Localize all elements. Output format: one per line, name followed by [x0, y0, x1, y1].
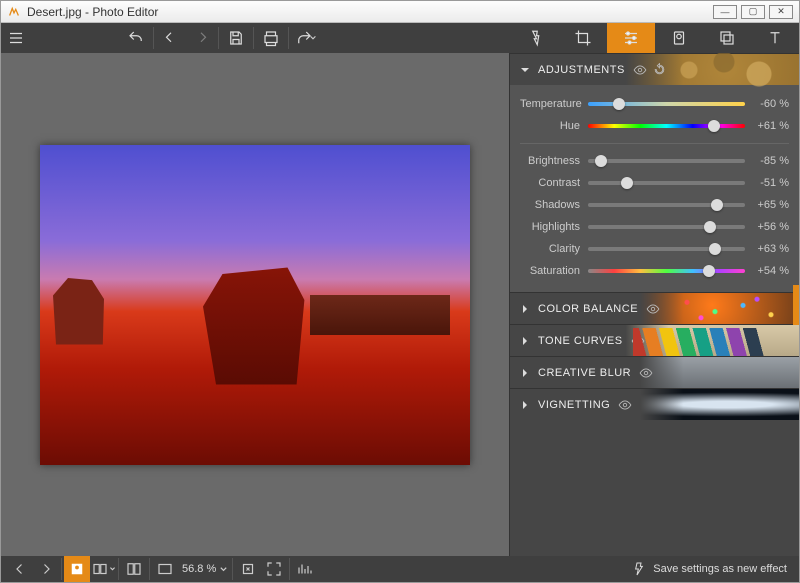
tab-text[interactable] — [751, 23, 799, 53]
section-adjustments-label: ADJUSTMENTS — [538, 64, 625, 76]
section-creative-blur-label: CREATIVE BLUR — [538, 367, 631, 379]
canvas-area[interactable] — [1, 53, 509, 556]
slider-brightness: Brightness -85 % — [520, 150, 789, 172]
reset-icon[interactable] — [653, 63, 666, 76]
tab-adjust[interactable] — [607, 23, 655, 53]
section-vignetting-header[interactable]: VIGNETTING — [510, 388, 799, 420]
visibility-icon[interactable] — [631, 334, 645, 348]
section-tone-curves-header[interactable]: TONE CURVES — [510, 324, 799, 356]
tab-crop[interactable] — [559, 23, 607, 53]
redo-step-button[interactable] — [186, 23, 216, 53]
next-image-button[interactable] — [33, 556, 59, 582]
app-window: Desert.jpg - Photo Editor — ▢ ✕ — [0, 0, 800, 583]
visibility-icon[interactable] — [639, 366, 653, 380]
adjustments-panel: Temperature -60 % Hue +61 % Brightness — [510, 85, 799, 292]
side-collapse-handle[interactable] — [793, 285, 799, 325]
slider-saturation-track[interactable] — [588, 269, 745, 273]
bottom-toolbar: 56.8 % Save settings as new effect — [1, 556, 799, 582]
slider-clarity-track[interactable] — [588, 247, 745, 251]
section-color-balance-label: COLOR BALANCE — [538, 303, 638, 315]
slider-contrast-track[interactable] — [588, 181, 745, 185]
side-panel: ADJUSTMENTS Temperature -60 % Hue — [509, 53, 799, 556]
single-view-button[interactable] — [64, 556, 90, 582]
section-color-balance-header[interactable]: COLOR BALANCE — [510, 292, 799, 324]
menu-button[interactable] — [1, 23, 31, 53]
chevron-right-icon — [520, 400, 530, 410]
chevron-down-icon — [520, 65, 530, 75]
side-tabs — [511, 23, 799, 53]
compare-view-button[interactable] — [90, 556, 116, 582]
titlebar: Desert.jpg - Photo Editor — ▢ ✕ — [1, 1, 799, 23]
undo-step-button[interactable] — [156, 23, 186, 53]
maximize-button[interactable]: ▢ — [741, 5, 765, 19]
undo-button[interactable] — [121, 23, 151, 53]
slider-hue: Hue +61 % — [520, 115, 789, 137]
slider-hue-track[interactable] — [588, 124, 745, 128]
fullscreen-button[interactable] — [261, 556, 287, 582]
fit-screen-button[interactable] — [152, 556, 178, 582]
chevron-right-icon — [520, 368, 530, 378]
chevron-right-icon — [520, 304, 530, 314]
chevron-right-icon — [520, 336, 530, 346]
section-tone-curves-label: TONE CURVES — [538, 335, 623, 347]
tab-effects[interactable] — [511, 23, 559, 53]
save-effect-label: Save settings as new effect — [653, 563, 787, 575]
share-button[interactable] — [291, 23, 321, 53]
visibility-icon[interactable] — [646, 302, 660, 316]
tab-retouch[interactable] — [655, 23, 703, 53]
window-title: Desert.jpg - Photo Editor — [27, 5, 158, 19]
slider-temperature-track[interactable] — [588, 102, 745, 106]
visibility-icon[interactable] — [633, 63, 647, 77]
top-toolbar — [1, 23, 799, 53]
slider-shadows-track[interactable] — [588, 203, 745, 207]
save-effect-button[interactable]: Save settings as new effect — [625, 561, 793, 577]
actual-size-button[interactable] — [235, 556, 261, 582]
section-creative-blur-header[interactable]: CREATIVE BLUR — [510, 356, 799, 388]
print-button[interactable] — [256, 23, 286, 53]
save-button[interactable] — [221, 23, 251, 53]
zoom-dropdown[interactable] — [216, 556, 230, 582]
section-adjustments-header[interactable]: ADJUSTMENTS — [510, 53, 799, 85]
minimize-button[interactable]: — — [713, 5, 737, 19]
slider-contrast: Contrast -51 % — [520, 172, 789, 194]
slider-brightness-track[interactable] — [588, 159, 745, 163]
split-view-button[interactable] — [121, 556, 147, 582]
slider-highlights: Highlights +56 % — [520, 216, 789, 238]
app-logo-icon — [7, 5, 21, 19]
zoom-value: 56.8 % — [182, 563, 216, 575]
slider-highlights-track[interactable] — [588, 225, 745, 229]
section-vignetting-label: VIGNETTING — [538, 399, 610, 411]
close-button[interactable]: ✕ — [769, 5, 793, 19]
tab-overlays[interactable] — [703, 23, 751, 53]
histogram-button[interactable] — [292, 556, 318, 582]
slider-temperature: Temperature -60 % — [520, 93, 789, 115]
slider-shadows: Shadows +65 % — [520, 194, 789, 216]
prev-image-button[interactable] — [7, 556, 33, 582]
image-preview — [40, 145, 470, 465]
slider-clarity: Clarity +63 % — [520, 238, 789, 260]
slider-saturation: Saturation +54 % — [520, 260, 789, 282]
visibility-icon[interactable] — [618, 398, 632, 412]
